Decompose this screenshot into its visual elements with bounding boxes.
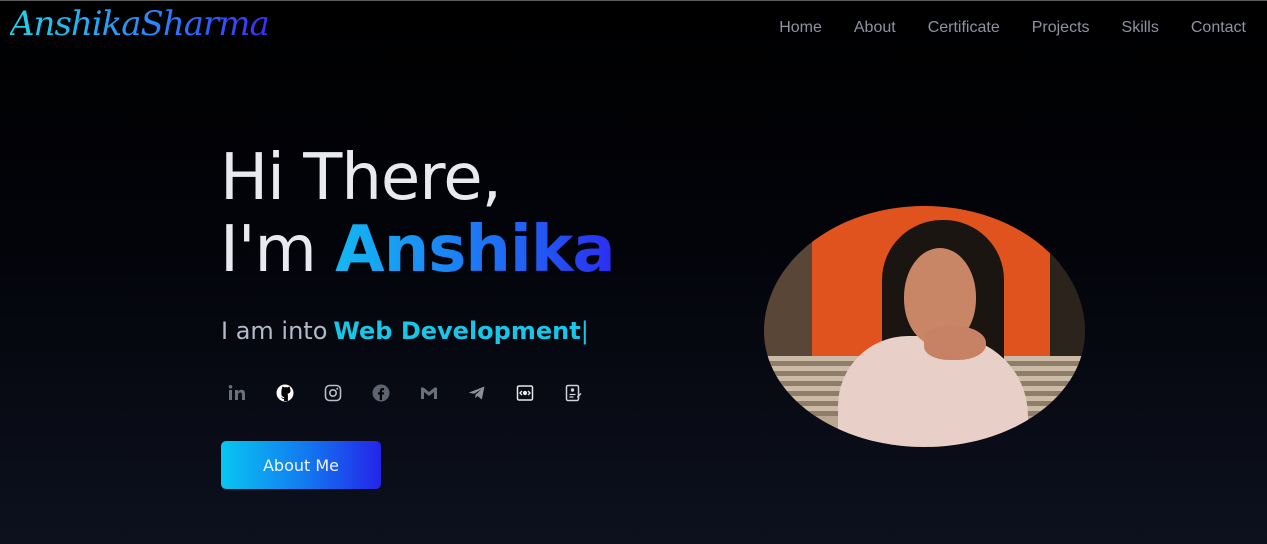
about-me-button[interactable]: About Me — [221, 441, 381, 489]
brand-logo[interactable]: AnshikaSharma — [10, 4, 270, 44]
photo-door-frame — [1050, 206, 1085, 376]
hero-intro: I'm — [220, 213, 336, 287]
telegram-icon[interactable] — [466, 382, 488, 404]
github-icon[interactable] — [274, 382, 296, 404]
facebook-icon[interactable] — [370, 382, 392, 404]
photo-hand — [924, 326, 986, 360]
nav-home[interactable]: Home — [779, 19, 822, 37]
codepen-icon[interactable] — [514, 382, 536, 404]
linkedin-icon[interactable] — [226, 382, 248, 404]
main-nav: Home About Certificate Projects Skills C… — [747, 19, 1246, 37]
nav-certificate[interactable]: Certificate — [928, 19, 1000, 37]
instagram-icon[interactable] — [322, 382, 344, 404]
typing-value: Web Development — [333, 317, 581, 345]
nav-contact[interactable]: Contact — [1191, 19, 1246, 37]
gmail-icon[interactable] — [418, 382, 440, 404]
nav-skills[interactable]: Skills — [1122, 19, 1159, 37]
typing-caret: | — [580, 317, 589, 345]
hero-heading: Hi There, I'm Anshika — [220, 141, 616, 287]
nav-projects[interactable]: Projects — [1032, 19, 1090, 37]
hero-name: Anshika — [335, 213, 615, 287]
hero-greeting: Hi There, — [220, 141, 502, 215]
resume-icon[interactable] — [562, 382, 584, 404]
nav-about[interactable]: About — [854, 19, 896, 37]
window-top-border — [0, 0, 1267, 1]
typing-prefix: I am into — [221, 317, 328, 345]
social-links — [226, 382, 610, 404]
typing-line: I am into Web Development| — [221, 317, 589, 345]
profile-photo — [764, 206, 1085, 447]
